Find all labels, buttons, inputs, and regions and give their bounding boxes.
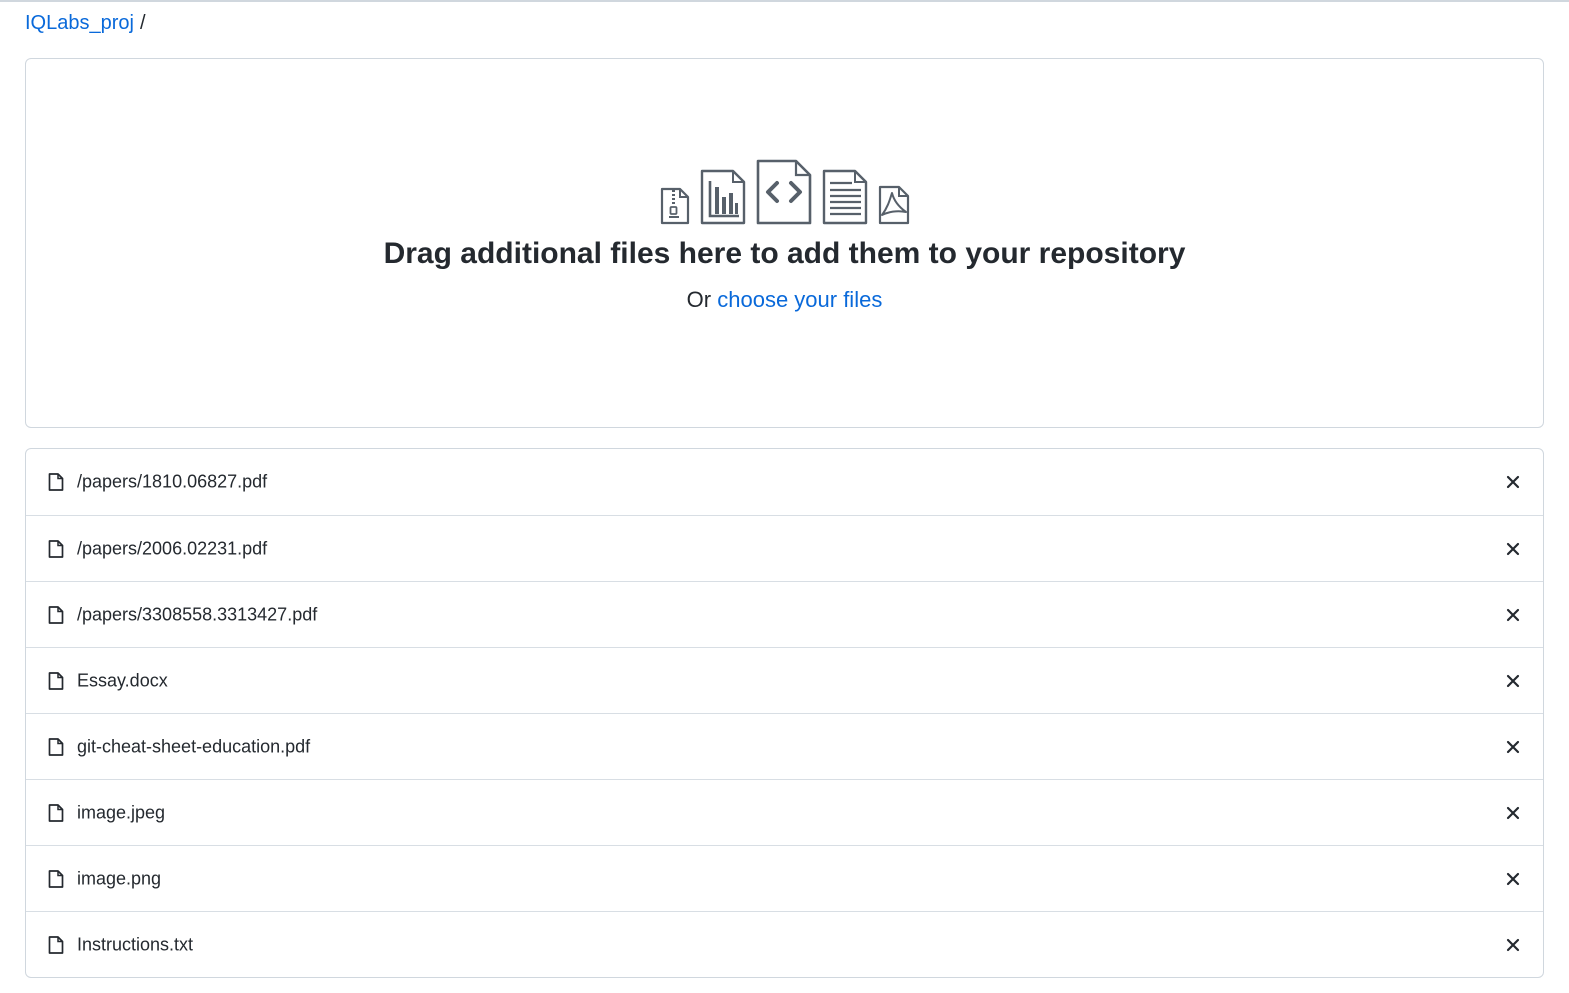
- file-name: /papers/2006.02231.pdf: [77, 538, 268, 558]
- file-name: image.jpeg: [77, 802, 166, 822]
- close-icon: [1506, 872, 1520, 885]
- remove-file-button[interactable]: [1499, 865, 1527, 893]
- file-text-icon: [822, 169, 867, 225]
- file-code-icon: [756, 159, 811, 225]
- file-icon: [48, 539, 64, 558]
- file-row: Essay.docx: [26, 647, 1543, 713]
- close-icon: [1506, 475, 1520, 489]
- file-icon: [48, 935, 64, 954]
- file-icon: [48, 605, 64, 624]
- file-row: git-cheat-sheet-education.pdf: [26, 713, 1543, 779]
- upload-dropzone[interactable]: Drag additional files here to add them t…: [25, 58, 1544, 428]
- file-name: Instructions.txt: [77, 934, 194, 954]
- remove-file-button[interactable]: [1499, 601, 1527, 629]
- file-name: /papers/3308558.3313427.pdf: [77, 604, 318, 624]
- file-name: image.png: [77, 868, 162, 888]
- or-label: Or: [686, 287, 712, 312]
- close-icon: [1506, 806, 1520, 819]
- file-chart-icon: [700, 169, 745, 225]
- remove-file-button[interactable]: [1499, 667, 1527, 695]
- file-zip-icon: [660, 187, 689, 225]
- close-icon: [1506, 938, 1520, 951]
- file-row: image.jpeg: [26, 779, 1543, 845]
- dropzone-subtitle: Or choose your files: [26, 285, 1543, 315]
- choose-files-link[interactable]: choose your files: [717, 287, 882, 312]
- breadcrumb: IQLabs_proj /: [25, 10, 146, 36]
- file-row: /papers/2006.02231.pdf: [26, 515, 1543, 581]
- dropzone-title: Drag additional files here to add them t…: [383, 237, 1186, 270]
- file-name: /papers/1810.06827.pdf: [77, 471, 268, 492]
- breadcrumb-separator: /: [139, 12, 146, 34]
- close-icon: [1506, 608, 1520, 621]
- remove-file-button[interactable]: [1499, 468, 1527, 496]
- close-icon: [1506, 674, 1520, 687]
- file-list: /papers/1810.06827.pdf /papers/2006.0223…: [25, 448, 1544, 978]
- remove-file-button[interactable]: [1499, 535, 1527, 563]
- file-icon: [48, 803, 64, 822]
- remove-file-button[interactable]: [1499, 799, 1527, 827]
- close-icon: [1506, 740, 1520, 753]
- file-row: Instructions.txt: [26, 911, 1543, 977]
- remove-file-button[interactable]: [1499, 733, 1527, 761]
- file-name: git-cheat-sheet-education.pdf: [77, 736, 311, 756]
- remove-file-button[interactable]: [1499, 931, 1527, 959]
- file-icon: [48, 869, 64, 888]
- file-icon: [48, 737, 64, 756]
- top-divider: [0, 0, 1569, 2]
- file-row: image.png: [26, 845, 1543, 911]
- file-name: Essay.docx: [77, 670, 168, 690]
- file-icon: [48, 671, 64, 690]
- file-pdf-icon: [878, 185, 909, 225]
- repo-link[interactable]: IQLabs_proj: [25, 10, 134, 36]
- file-icon: [48, 473, 64, 491]
- file-row: /papers/1810.06827.pdf: [26, 449, 1543, 515]
- file-type-icons: [26, 159, 1543, 225]
- file-row: /papers/3308558.3313427.pdf: [26, 581, 1543, 647]
- close-icon: [1506, 542, 1520, 555]
